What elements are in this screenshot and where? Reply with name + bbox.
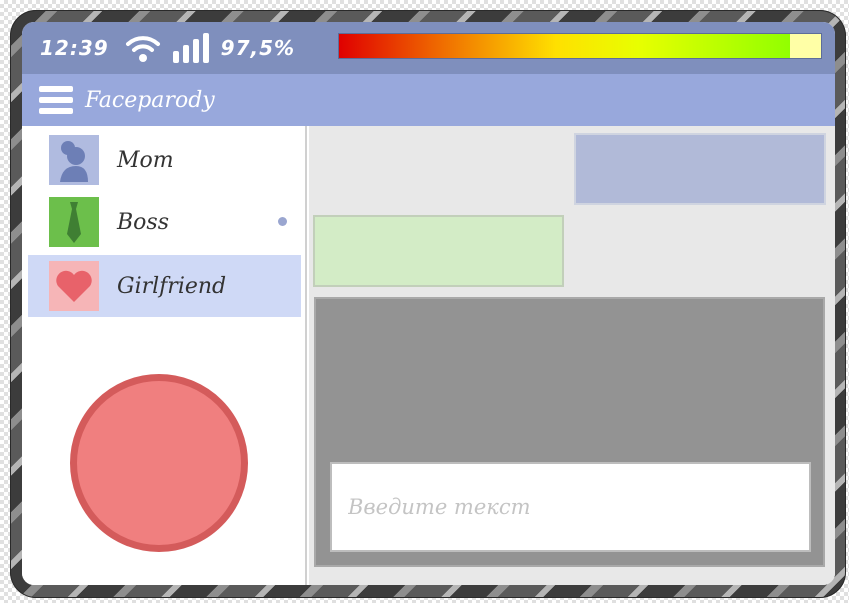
message-input[interactable] bbox=[330, 462, 811, 552]
contact-boss[interactable]: Boss bbox=[28, 191, 301, 253]
heart-icon bbox=[49, 261, 99, 311]
app-title: Faceparody bbox=[85, 87, 215, 113]
necktie-icon bbox=[49, 197, 99, 247]
battery-percent: 97,5% bbox=[220, 36, 296, 60]
app-screen: 12:39 97,5% Faceparody Mom Boss Girlfrie… bbox=[22, 22, 835, 585]
outgoing-message-bubble bbox=[574, 133, 826, 205]
battery-level-bar bbox=[338, 33, 822, 59]
status-bar: 12:39 97,5% bbox=[22, 22, 835, 74]
contact-name: Girlfriend bbox=[117, 273, 227, 299]
wifi-icon bbox=[125, 32, 161, 64]
mom-silhouette-icon bbox=[49, 135, 99, 185]
unread-indicator bbox=[278, 217, 287, 226]
contact-girlfriend[interactable]: Girlfriend bbox=[28, 255, 301, 317]
battery-empty-portion bbox=[789, 34, 821, 58]
call-button[interactable] bbox=[70, 374, 248, 552]
hamburger-menu-icon[interactable] bbox=[39, 86, 73, 114]
contact-mom[interactable]: Mom bbox=[28, 129, 301, 191]
incoming-message-bubble bbox=[313, 215, 564, 287]
signal-bars-icon bbox=[172, 33, 209, 63]
contacts-sidebar: Mom Boss Girlfriend bbox=[22, 126, 307, 585]
status-clock: 12:39 bbox=[40, 36, 109, 60]
contact-name: Boss bbox=[117, 209, 169, 235]
contact-name: Mom bbox=[117, 147, 174, 173]
compose-panel bbox=[314, 297, 825, 567]
app-header: Faceparody bbox=[22, 74, 835, 126]
chat-area bbox=[309, 126, 835, 585]
